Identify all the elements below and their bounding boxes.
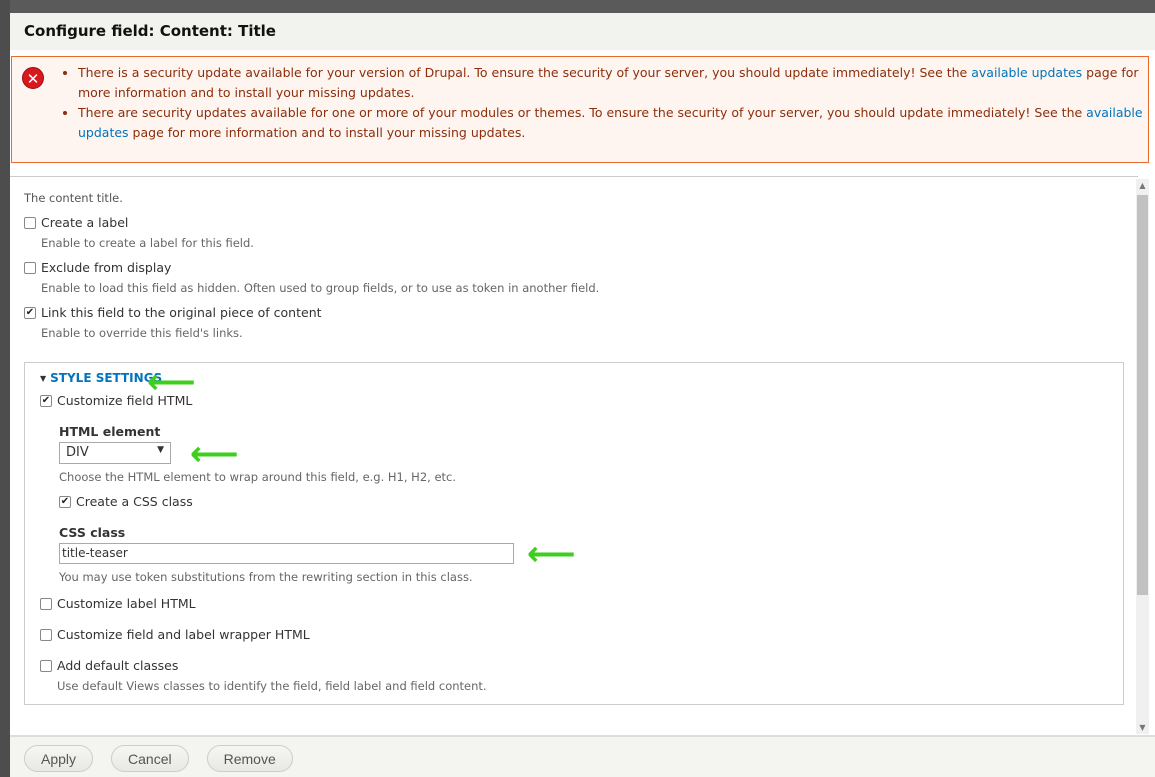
message-item: There are security updates available for… (78, 103, 1148, 143)
scrollbar-thumb[interactable] (1137, 195, 1148, 595)
page-backdrop (0, 0, 10, 777)
css-class-input[interactable]: title-teaser (59, 543, 514, 564)
dialog-title: Configure field: Content: Title (10, 13, 1155, 50)
style-settings-toggle[interactable]: ▼ STYLE SETTINGS (40, 371, 1108, 385)
html-element-select[interactable]: DIV ▼ (59, 442, 171, 464)
exclude-label: Exclude from display (41, 260, 172, 275)
scroll-down-icon[interactable]: ▼ (1136, 723, 1149, 732)
error-icon: ✕ (22, 67, 44, 89)
default-classes-label: Add default classes (57, 658, 179, 673)
link-label: Link this field to the original piece of… (41, 305, 322, 320)
link-help: Enable to override this field's links. (41, 326, 243, 340)
customize-wrapper-checkbox[interactable] (40, 628, 52, 641)
green-arrow-annotation-icon: ⟵ (527, 534, 576, 574)
available-updates-link[interactable]: available updates (971, 65, 1082, 80)
exclude-help: Enable to load this field as hidden. Oft… (41, 281, 600, 295)
dialog-footer: Apply Cancel Remove (10, 735, 1155, 777)
remove-button[interactable]: Remove (206, 745, 293, 772)
message-item: There is a security update available for… (78, 63, 1148, 103)
apply-button[interactable]: Apply (24, 745, 94, 772)
green-arrow-annotation-icon: ⟵ (147, 362, 196, 402)
create-label-checkbox[interactable] (24, 216, 36, 229)
scrollbar[interactable]: ▲ ▼ (1136, 179, 1149, 734)
error-messages: ✕ There is a security update available f… (11, 56, 1149, 163)
customize-label-label: Customize label HTML (57, 596, 196, 611)
css-class-label: CSS class (59, 525, 126, 540)
default-classes-help: Use default Views classes to identify th… (57, 679, 487, 693)
dropdown-arrow-icon: ▼ (157, 445, 164, 455)
exclude-checkbox[interactable] (24, 261, 36, 274)
triangle-down-icon: ▼ (40, 373, 47, 383)
link-checkbox[interactable]: ✔ (24, 306, 36, 319)
customize-field-checkbox[interactable]: ✔ (40, 394, 52, 407)
configure-field-dialog: Configure field: Content: Title ✕ There … (10, 13, 1155, 777)
scroll-up-icon[interactable]: ▲ (1136, 181, 1149, 190)
field-description: The content title. (24, 191, 123, 205)
green-arrow-annotation-icon: ⟵ (190, 434, 239, 474)
form-content: The content title. Create a label Enable… (10, 176, 1138, 734)
customize-wrapper-label: Customize field and label wrapper HTML (57, 627, 310, 642)
create-css-checkbox[interactable]: ✔ (59, 495, 71, 508)
css-class-help: You may use token substitutions from the… (59, 570, 473, 584)
cancel-button[interactable]: Cancel (111, 745, 189, 772)
create-css-label: Create a CSS class (76, 494, 193, 509)
customize-label-checkbox[interactable] (40, 597, 52, 610)
default-classes-checkbox[interactable] (40, 659, 52, 672)
create-label-help: Enable to create a label for this field. (41, 236, 254, 250)
create-label-label: Create a label (41, 215, 129, 230)
